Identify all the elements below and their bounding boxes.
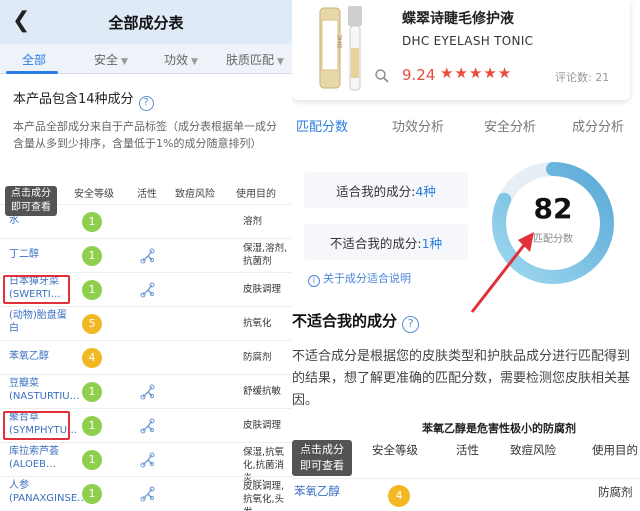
- safety-level-badge: 1: [82, 382, 102, 402]
- molecule-icon[interactable]: [139, 247, 155, 265]
- safety-level-badge: 1: [82, 484, 102, 504]
- col-safety-level: 安全等级: [74, 189, 114, 200]
- safety-level-badge: 1: [82, 212, 102, 232]
- table-row[interactable]: 丁二醇 1 保湿,溶剂,抗菌剂: [0, 238, 292, 272]
- unsuitable-label: 不适合我的成分:: [329, 236, 422, 251]
- ingredient-purpose: 防腐剂: [598, 485, 633, 499]
- product-rating: 9.24: [402, 66, 436, 84]
- ingredient-count: 本产品包含14种成分?: [13, 88, 154, 111]
- safety-level-badge: 1: [82, 246, 102, 266]
- star-rating-icon: ★★★★★: [440, 64, 513, 82]
- molecule-icon[interactable]: [139, 417, 155, 435]
- question-icon[interactable]: ?: [138, 96, 154, 111]
- table-row[interactable]: 库拉索芦荟(ALOEB… 1 保湿,抗氧化,抗菌消炎,…: [0, 442, 292, 484]
- section-description: 不适合成分是根据您的皮肤类型和护肤品成分进行匹配得到的结果，想了解更准确的匹配分…: [292, 349, 631, 408]
- product-card[interactable]: DHC 蝶翠诗睫毛修护液 DHC EYELASH TONIC 9.24 ★★★★…: [292, 0, 630, 100]
- ingredient-purpose: 保湿,溶剂,抗菌剂: [243, 243, 288, 267]
- tab-efficacy-analysis[interactable]: 功效分析: [392, 116, 444, 135]
- ingredient-name[interactable]: 苯氧乙醇: [9, 350, 67, 363]
- col-acne-risk: 致痘风险: [510, 443, 556, 457]
- ingredient-name[interactable]: 丁二醇: [9, 248, 67, 261]
- chevron-down-icon: ▼: [277, 57, 284, 67]
- ingredient-name[interactable]: 苯氧乙醇: [294, 483, 340, 499]
- col-safety-level: 安全等级: [372, 443, 418, 457]
- tap-hint-tooltip: 点击成分 即可查看: [5, 186, 57, 216]
- molecule-icon[interactable]: [139, 281, 155, 299]
- section-title: 不适合我的成分?: [292, 310, 420, 333]
- table-row[interactable]: 豆瓣菜(NASTURTIU… 1 舒缓抗敏: [0, 374, 292, 408]
- table-row[interactable]: 聚合草(SYMPHYTU… 1 皮肤调理: [0, 408, 292, 442]
- review-count[interactable]: 评论数: 21: [555, 69, 609, 85]
- ingredient-name[interactable]: 人参(PANAXGINSE…: [9, 479, 87, 505]
- ingredient-purpose: 皮肤调理: [243, 284, 282, 295]
- col-activity: 活性: [137, 189, 157, 200]
- table-row[interactable]: 苯氧乙醇 4 防腐剂: [292, 478, 640, 508]
- tab-efficacy[interactable]: 功效 ▼: [164, 51, 198, 68]
- ingredient-name[interactable]: 豆瓣菜(NASTURTIU…: [9, 377, 80, 403]
- ingredient-name[interactable]: 库拉索芦荟(ALOEB…: [9, 445, 67, 471]
- col-acne-risk: 致痘风险: [175, 189, 215, 200]
- tab-match-score[interactable]: 匹配分数: [296, 116, 348, 135]
- unsuitable-count: 1种: [421, 236, 443, 251]
- table-row[interactable]: 苯氧乙醇 4 防腐剂: [0, 340, 292, 374]
- ingredient-purpose: 舒缓抗敏: [243, 386, 282, 397]
- suitable-label: 适合我的成分:: [336, 184, 416, 199]
- table-row[interactable]: (动物)胎盘蛋白 5 抗氧化: [0, 306, 292, 340]
- ingredient-purpose: 皮肤调理: [243, 420, 282, 431]
- filter-tabs: 全部 安全 ▼ 功效 ▼ 肤质匹配 ▼: [0, 44, 292, 74]
- zoom-icon[interactable]: [374, 68, 390, 84]
- safety-level-badge: 4: [82, 348, 102, 368]
- tab-ingredient-analysis[interactable]: 成分分析: [572, 116, 624, 135]
- highlight-box: [3, 411, 70, 440]
- product-image: DHC: [319, 6, 362, 91]
- product-brand: DHC EYELASH TONIC: [402, 34, 534, 48]
- unsuitable-ingredients-box[interactable]: 不适合我的成分:1种: [304, 224, 468, 260]
- ingredient-name[interactable]: (动物)胎盘蛋白: [9, 309, 67, 335]
- ingredient-note: 苯氧乙醇是危害性极小的防腐剂: [422, 422, 576, 435]
- suitable-count: 4种: [415, 184, 436, 199]
- molecule-icon[interactable]: [139, 485, 155, 503]
- info-icon: i: [308, 275, 320, 287]
- active-tab-indicator: [6, 71, 58, 74]
- molecule-icon[interactable]: [139, 383, 155, 401]
- highlight-box: [3, 275, 70, 304]
- col-purpose: 使用目的: [592, 443, 638, 457]
- tab-all[interactable]: 全部: [22, 51, 46, 68]
- chevron-down-icon: ▼: [191, 57, 198, 67]
- table-row[interactable]: 人参(PANAXGINSE…1 皮肤调理,抗氧化,头发…: [0, 476, 292, 511]
- molecule-icon[interactable]: [139, 451, 155, 469]
- safety-level-badge: 1: [82, 280, 102, 300]
- match-score-value: 82: [533, 192, 573, 225]
- tab-skin-match[interactable]: 肤质匹配 ▼: [226, 51, 284, 68]
- chevron-down-icon: ▼: [121, 57, 128, 67]
- nav-header: ❮ 全部成分表: [0, 0, 292, 44]
- red-arrow-icon: [470, 232, 534, 313]
- tab-safety[interactable]: 安全 ▼: [94, 51, 128, 68]
- match-score-panel: DHC 蝶翠诗睫毛修护液 DHC EYELASH TONIC 9.24 ★★★★…: [292, 0, 640, 511]
- ingredient-purpose: 溶剂: [243, 216, 263, 227]
- col-activity: 活性: [456, 443, 479, 457]
- tab-safety-analysis[interactable]: 安全分析: [484, 116, 536, 135]
- ingredient-list-panel: ❮ 全部成分表 全部 安全 ▼ 功效 ▼ 肤质匹配 ▼ 本产品包含14种成分? 本产品…: [0, 0, 292, 511]
- ingredient-purpose: 防腐剂: [243, 352, 272, 363]
- col-purpose: 使用目的: [236, 189, 276, 200]
- safety-level-badge: 1: [82, 450, 102, 470]
- ingredient-purpose: 皮肤调理,抗氧化,头发…: [243, 481, 285, 511]
- analysis-tabs: 匹配分数 功效分析 安全分析 成分分析: [292, 114, 640, 144]
- tap-hint-tooltip: 点击成分 即可查看: [292, 440, 352, 476]
- ingredient-purpose: 抗氧化: [243, 318, 272, 329]
- page-title: 全部成分表: [108, 14, 184, 32]
- question-icon[interactable]: ?: [402, 316, 420, 333]
- svg-text:DHC: DHC: [337, 35, 344, 48]
- about-suitability-link[interactable]: i 关于成分适合说明: [308, 270, 411, 287]
- table-row[interactable]: 日本獐牙菜(SWERTI… 1 皮肤调理: [0, 272, 292, 306]
- ingredient-description: 本产品全部成分来自于产品标签（成分表根据单一成分含量从多到少排序，含量低于1%的…: [13, 120, 277, 150]
- safety-level-badge: 4: [388, 485, 410, 507]
- safety-level-badge: 5: [82, 314, 102, 334]
- suitable-ingredients-box[interactable]: 适合我的成分:4种: [304, 172, 468, 208]
- product-name: 蝶翠诗睫毛修护液: [402, 11, 514, 27]
- safety-level-badge: 1: [82, 416, 102, 436]
